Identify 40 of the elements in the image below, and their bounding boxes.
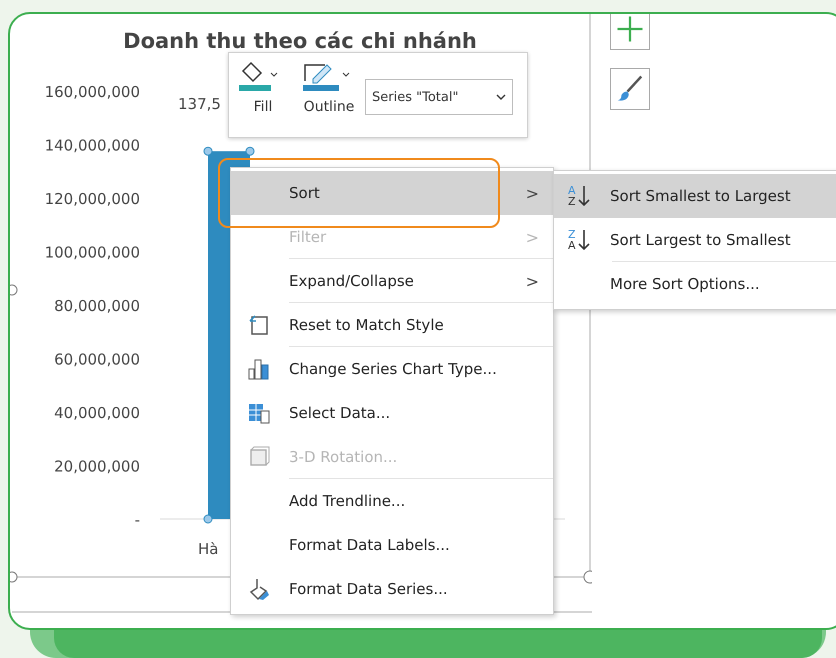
table-icon — [247, 401, 271, 425]
chart-styles-button[interactable] — [610, 68, 650, 110]
category-label: Hà — [198, 540, 218, 558]
reset-style-icon — [247, 313, 271, 337]
series-dropdown[interactable]: Series "Total" — [365, 79, 513, 115]
down-arrow-icon — [578, 229, 590, 251]
data-label: 137,5 — [178, 95, 221, 113]
axis-tick-label: 160,000,000 — [44, 83, 140, 101]
menu-item[interactable]: Add Trendline... — [231, 479, 553, 523]
sort-letter: Z — [568, 229, 576, 240]
down-arrow-icon — [578, 185, 590, 207]
chevron-down-icon — [496, 94, 506, 100]
submenu-arrow: > — [526, 184, 539, 202]
menu-item[interactable]: Change Series Chart Type... — [231, 347, 553, 391]
axis-tick-label: 60,000,000 — [54, 350, 140, 368]
menu-item[interactable]: Expand/Collapse > — [231, 259, 553, 303]
menu-item[interactable]: Format Data Labels... — [231, 523, 553, 567]
chart-title: Doanh thu theo các chi nhánh — [123, 29, 477, 53]
axis-tick-label: 20,000,000 — [54, 458, 140, 476]
sort-letter: A — [568, 185, 576, 196]
sort-letter: Z — [568, 196, 576, 207]
axis-tick-label: 140,000,000 — [44, 136, 140, 154]
paint-bucket-icon — [247, 577, 271, 601]
plus-icon — [615, 14, 645, 44]
submenu-arrow: > — [526, 272, 539, 290]
bar-chart-icon — [247, 357, 271, 381]
fill-button[interactable]: Fill — [233, 59, 293, 115]
menu-item[interactable]: Reset to Match Style — [231, 303, 553, 347]
axis-tick-label: 80,000,000 — [54, 297, 140, 315]
sort-letter: A — [568, 240, 576, 251]
axis-tick-label: 120,000,000 — [44, 190, 140, 208]
submenu-arrow: > — [526, 228, 539, 246]
axis-tick-label: - — [134, 511, 140, 529]
axis-tick-label: 100,000,000 — [44, 244, 140, 262]
menu-item[interactable]: Sort > — [231, 171, 553, 215]
menu-item[interactable]: Select Data... — [231, 391, 553, 435]
outline-button[interactable]: Outline — [297, 59, 361, 115]
chart-elements-button[interactable] — [610, 14, 650, 50]
menu-item[interactable]: Format Data Series... — [231, 567, 553, 611]
axis-tick-label: 40,000,000 — [54, 404, 140, 422]
